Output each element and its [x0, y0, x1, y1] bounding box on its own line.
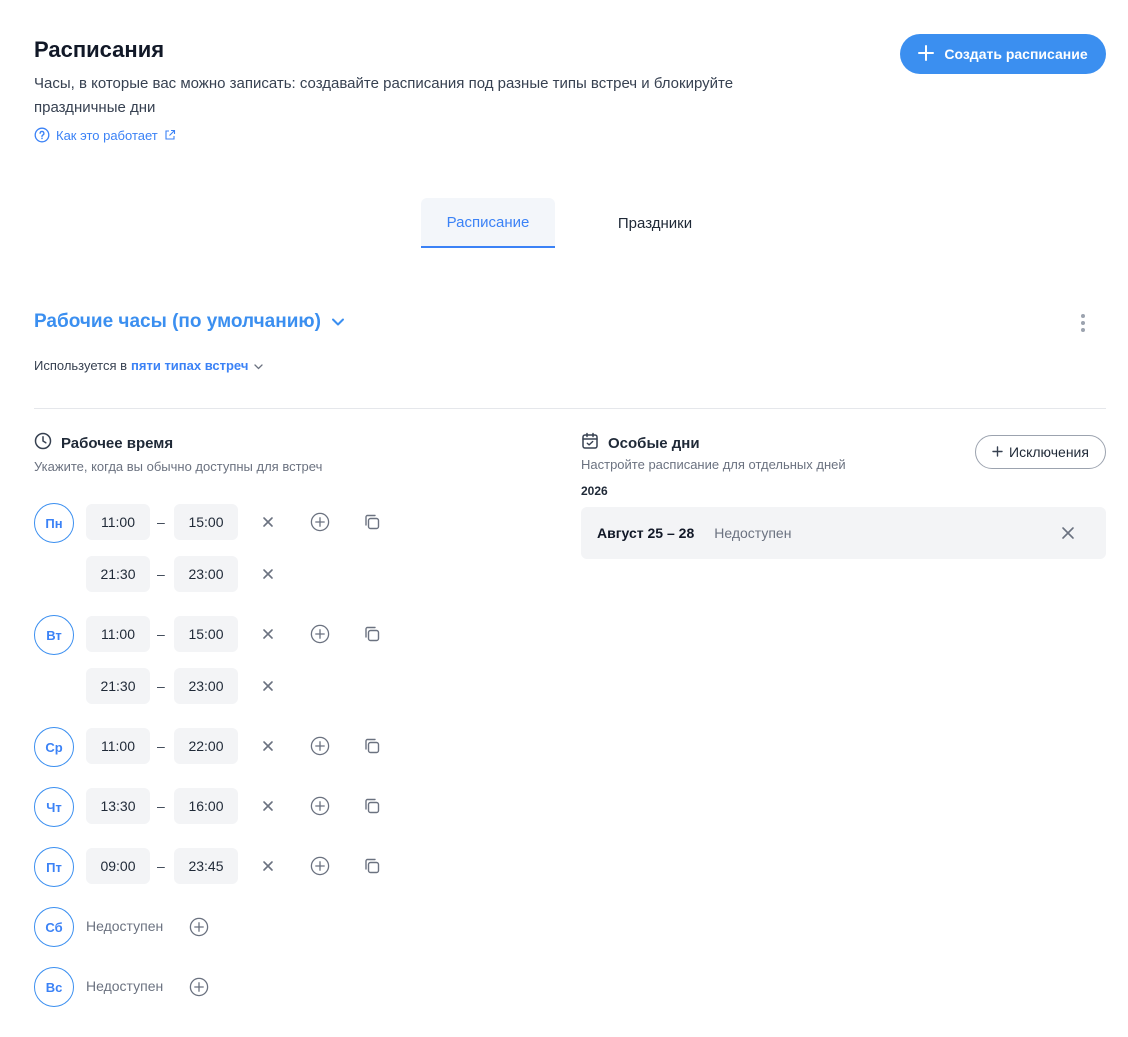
day-badge[interactable]: Пт [34, 847, 74, 887]
close-icon[interactable] [1060, 525, 1076, 541]
schedule-selector[interactable]: Рабочие часы (по умолчанию) [34, 311, 345, 333]
time-range-dash: – [157, 858, 165, 874]
schedule-name: Рабочие часы (по умолчанию) [34, 311, 321, 332]
used-in-link[interactable]: пяти типах встреч [131, 358, 264, 373]
unavailable-label: Недоступен [86, 918, 164, 934]
remove-slot-icon[interactable] [260, 566, 276, 582]
chevron-down-icon [331, 311, 345, 333]
day-badge[interactable]: Ср [34, 727, 74, 767]
day-badge[interactable]: Чт [34, 787, 74, 827]
end-time-field[interactable]: 23:00 [174, 556, 238, 592]
copy-icon[interactable] [363, 797, 381, 815]
day-badge[interactable]: Сб [34, 907, 74, 947]
copy-icon[interactable] [363, 857, 381, 875]
time-range-dash: – [157, 798, 165, 814]
used-in-prefix: Используется в [34, 358, 128, 373]
how-it-works-link[interactable]: Как это работает [34, 127, 176, 143]
end-time-field[interactable]: 22:00 [174, 728, 238, 764]
end-time-field[interactable]: 15:00 [174, 616, 238, 652]
tab-schedule[interactable]: Расписание [421, 198, 555, 248]
create-schedule-label: Создать расписание [944, 46, 1088, 62]
help-circle-icon [34, 127, 50, 143]
special-days-title: Особые дни [581, 432, 700, 454]
add-exception-label: Исключения [1009, 444, 1089, 460]
unavailable-label: Недоступен [86, 978, 164, 994]
time-range-dash: – [157, 566, 165, 582]
remove-slot-icon[interactable] [260, 626, 276, 642]
page-title: Расписания [34, 37, 165, 62]
time-range-dash: – [157, 738, 165, 754]
add-circle-icon[interactable] [310, 796, 330, 816]
time-range-dash: – [157, 626, 165, 642]
divider [34, 408, 1106, 409]
special-days-subtitle: Настройте расписание для отдельных дней [581, 457, 846, 472]
plus-icon [918, 44, 935, 64]
create-schedule-button[interactable]: Создать расписание [900, 34, 1106, 74]
add-circle-icon[interactable] [310, 736, 330, 756]
exception-item[interactable]: Август 25 – 28 Недоступен [581, 507, 1106, 559]
plus-icon [992, 444, 1003, 460]
end-time-field[interactable]: 23:45 [174, 848, 238, 884]
working-time-subtitle: Укажите, когда вы обычно доступны для вс… [34, 459, 323, 474]
working-time-title: Рабочее время [34, 432, 173, 454]
year-label: 2026 [581, 484, 608, 498]
calendar-icon [581, 432, 599, 454]
how-it-works-label: Как это работает [56, 127, 158, 143]
start-time-field[interactable]: 11:00 [86, 616, 150, 652]
add-circle-icon[interactable] [189, 977, 209, 997]
remove-slot-icon[interactable] [260, 738, 276, 754]
clock-icon [34, 432, 52, 454]
end-time-field[interactable]: 16:00 [174, 788, 238, 824]
add-exception-button[interactable]: Исключения [975, 435, 1106, 469]
add-circle-icon[interactable] [310, 512, 330, 532]
tab-holidays[interactable]: Праздники [590, 198, 720, 248]
start-time-field[interactable]: 13:30 [86, 788, 150, 824]
remove-slot-icon[interactable] [260, 514, 276, 530]
end-time-field[interactable]: 23:00 [174, 668, 238, 704]
add-circle-icon[interactable] [310, 624, 330, 644]
copy-icon[interactable] [363, 737, 381, 755]
copy-icon[interactable] [363, 625, 381, 643]
start-time-field[interactable]: 21:30 [86, 668, 150, 704]
start-time-field[interactable]: 11:00 [86, 504, 150, 540]
used-in-link-label: пяти типах встреч [131, 358, 249, 373]
time-range-dash: – [157, 678, 165, 694]
end-time-field[interactable]: 15:00 [174, 504, 238, 540]
remove-slot-icon[interactable] [260, 798, 276, 814]
time-range-dash: – [157, 514, 165, 530]
day-badge[interactable]: Вс [34, 967, 74, 1007]
used-in-info: Используется в пяти типах встреч [34, 358, 264, 373]
page-description: Часы, в которые вас можно записать: созд… [34, 75, 734, 116]
day-badge[interactable]: Вт [34, 615, 74, 655]
remove-slot-icon[interactable] [260, 678, 276, 694]
remove-slot-icon[interactable] [260, 858, 276, 874]
special-days-label: Особые дни [608, 434, 700, 452]
external-link-icon [164, 129, 176, 141]
add-circle-icon[interactable] [189, 917, 209, 937]
start-time-field[interactable]: 09:00 [86, 848, 150, 884]
copy-icon[interactable] [363, 513, 381, 531]
exception-status: Недоступен [714, 525, 792, 541]
exception-dates: Август 25 – 28 [597, 525, 695, 541]
start-time-field[interactable]: 21:30 [86, 556, 150, 592]
day-badge[interactable]: Пн [34, 503, 74, 543]
add-circle-icon[interactable] [310, 856, 330, 876]
more-options-icon[interactable] [1074, 312, 1092, 334]
working-time-label: Рабочее время [61, 434, 174, 452]
chevron-down-icon [254, 358, 264, 373]
start-time-field[interactable]: 11:00 [86, 728, 150, 764]
